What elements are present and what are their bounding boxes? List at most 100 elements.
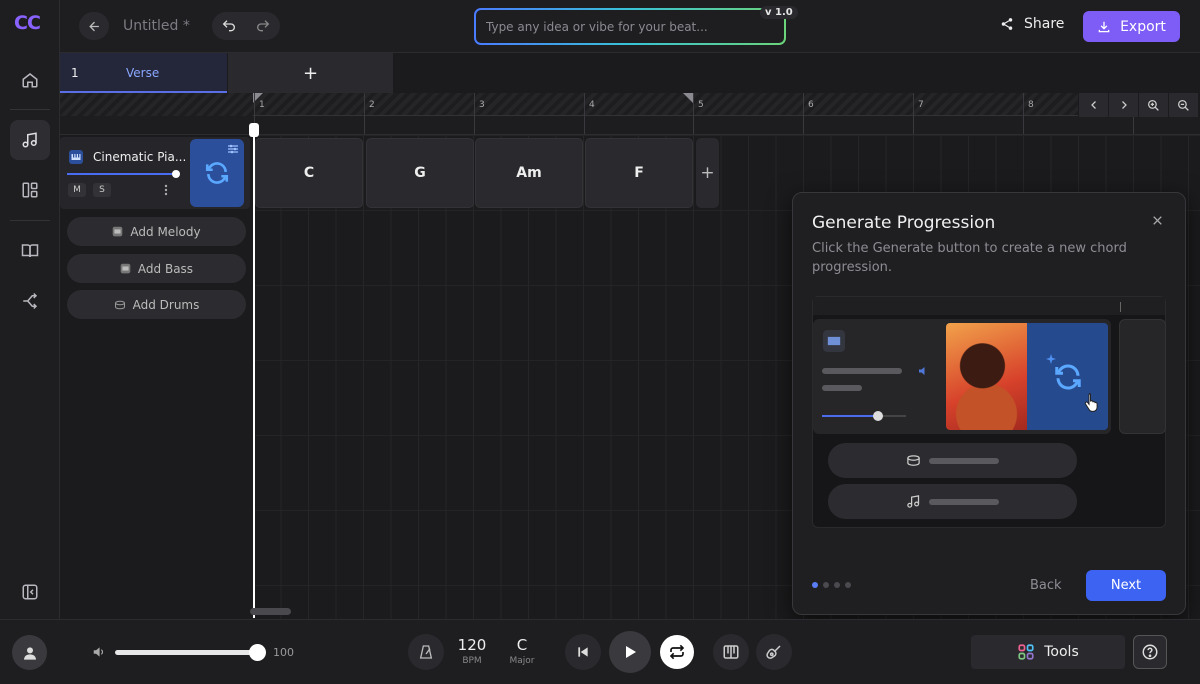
loop-end-marker[interactable] [683, 93, 693, 103]
project-title[interactable]: Untitled * [123, 18, 190, 34]
speaker-icon [919, 367, 925, 375]
track-volume-knob[interactable] [172, 170, 180, 178]
loop-region-bar[interactable] [60, 116, 1200, 135]
add-bass-label: Add Bass [137, 261, 194, 276]
guitar-icon [766, 645, 781, 659]
timeline-ruler[interactable] [253, 93, 1200, 116]
chord-block[interactable]: Am [475, 138, 583, 208]
key-control[interactable]: C Major [502, 636, 542, 666]
bar-line [913, 93, 914, 134]
playhead-handle[interactable] [249, 123, 259, 137]
redo-icon [257, 20, 270, 32]
guitar-button[interactable] [756, 634, 792, 670]
bar-number: 2 [369, 100, 375, 110]
loop-toggle[interactable] [660, 635, 694, 669]
export-button[interactable]: Export [1083, 11, 1180, 42]
beat-prompt-input[interactable] [476, 10, 784, 43]
music-nav-button[interactable] [10, 120, 50, 160]
step-indicator [812, 582, 851, 588]
scroll-right-button[interactable] [1108, 93, 1138, 117]
skip-back-button[interactable] [565, 634, 601, 670]
chord-block[interactable]: C [255, 138, 363, 208]
preview-placeholder-line [929, 457, 999, 464]
zoom-out-button[interactable] [1168, 93, 1198, 117]
volume-icon[interactable] [92, 645, 106, 659]
piano-icon [113, 226, 123, 237]
popup-close-button[interactable] [1148, 211, 1166, 229]
bar-number: 4 [589, 100, 595, 110]
user-icon [23, 646, 36, 660]
collapse-sidebar-button[interactable] [10, 572, 50, 612]
preview-placeholder-line [822, 368, 902, 374]
tools-grid-icon [1018, 644, 1034, 660]
add-drums-button[interactable]: Add Drums [67, 290, 246, 319]
play-button[interactable] [609, 631, 651, 673]
bar-line [474, 93, 475, 134]
preview-generate-tile [1027, 323, 1108, 430]
app-logo[interactable]: CC [14, 12, 41, 34]
piano-icon [120, 263, 131, 274]
scroll-left-button[interactable] [1078, 93, 1108, 117]
share-button[interactable]: Share [1000, 16, 1064, 32]
master-volume-knob[interactable] [249, 644, 266, 661]
add-melody-label: Add Melody [130, 224, 201, 239]
more-options-icon[interactable] [163, 184, 169, 196]
mute-button[interactable]: M [68, 183, 86, 197]
bar-number: 7 [918, 100, 924, 110]
arrow-left-icon [88, 21, 99, 31]
undo-button[interactable] [212, 12, 246, 40]
chevron-left-icon [1090, 101, 1096, 109]
zoom-in-button[interactable] [1138, 93, 1168, 117]
master-volume-slider[interactable] [115, 650, 259, 655]
add-section-button[interactable]: + [228, 53, 393, 93]
track-name[interactable]: Cinematic Pia... [93, 150, 186, 164]
piano-roll-button[interactable] [713, 634, 749, 670]
cursor-hand-icon [1084, 393, 1098, 412]
popup-next-button[interactable]: Next [1086, 570, 1166, 601]
back-nav-button[interactable] [79, 12, 109, 40]
bar-line [693, 93, 694, 134]
share-icon [1001, 18, 1013, 30]
step-dot [834, 582, 840, 588]
zoom-out-icon [1178, 99, 1189, 111]
tempo-control[interactable]: 120 BPM [452, 636, 492, 666]
zoom-in-icon [1148, 99, 1159, 111]
prompt-field-wrapper [474, 8, 786, 45]
chord-block[interactable]: F [585, 138, 693, 208]
piano-icon [69, 150, 83, 164]
redo-button[interactable] [246, 12, 280, 40]
sidebar-divider [10, 220, 50, 221]
add-melody-button[interactable]: Add Melody [67, 217, 246, 246]
drum-icon [114, 300, 125, 309]
bar-number: 5 [698, 100, 704, 110]
metronome-icon [419, 645, 433, 659]
preview-melody-pill [828, 484, 1077, 519]
horizontal-scrollbar[interactable] [250, 608, 291, 615]
solo-button[interactable]: S [93, 183, 111, 197]
add-bass-button[interactable]: Add Bass [67, 254, 246, 283]
playhead-line [253, 128, 255, 618]
step-dot [823, 582, 829, 588]
tools-button[interactable]: Tools [971, 635, 1125, 669]
chord-block[interactable]: G [366, 138, 474, 208]
library-nav-button[interactable] [10, 231, 50, 271]
add-chord-button[interactable]: + [696, 138, 719, 208]
tools-label: Tools [1044, 644, 1079, 660]
download-icon [1098, 21, 1110, 32]
timeline-controls [1078, 93, 1200, 117]
home-nav-button[interactable] [10, 60, 50, 100]
popup-back-button[interactable]: Back [1030, 578, 1062, 593]
key-value: C [516, 636, 528, 654]
section-tab-verse[interactable]: 1 Verse [60, 53, 227, 93]
settings-sliders-icon[interactable] [227, 144, 239, 154]
avatar[interactable] [12, 635, 47, 670]
track-volume-slider[interactable] [67, 173, 175, 175]
help-icon [1142, 644, 1158, 660]
layout-icon [22, 182, 38, 198]
flow-nav-button[interactable] [10, 281, 50, 321]
layout-nav-button[interactable] [10, 170, 50, 210]
help-button[interactable] [1133, 635, 1167, 669]
bar-line [1023, 93, 1024, 134]
bar-line [364, 93, 365, 134]
metronome-button[interactable] [408, 634, 444, 670]
